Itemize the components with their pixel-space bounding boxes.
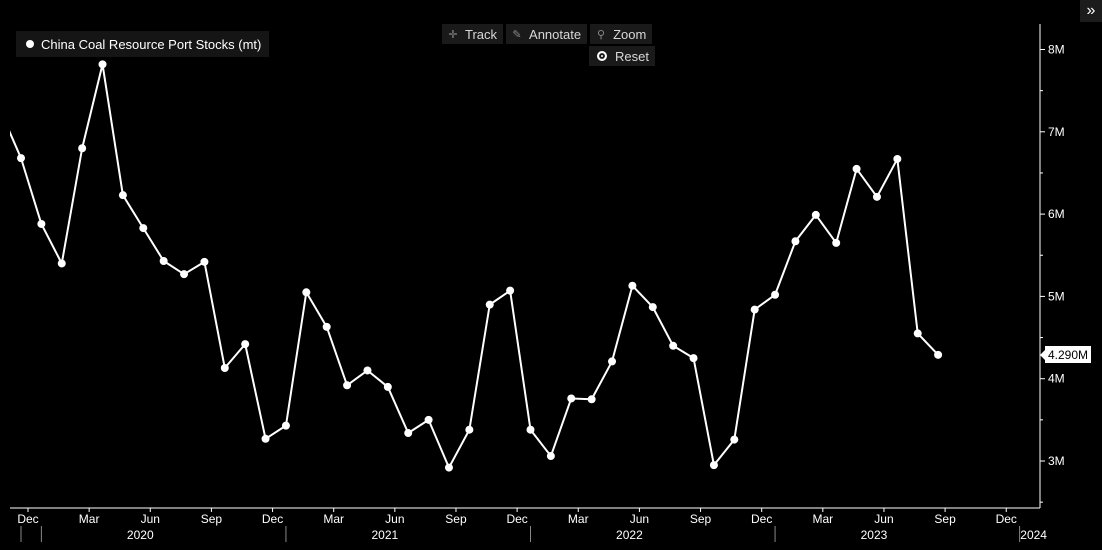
data-point (669, 341, 678, 350)
last-value-label: 4.290M (1048, 347, 1089, 362)
data-point (771, 290, 780, 299)
data-point (363, 366, 372, 375)
x-tick-label: Dec (17, 512, 38, 526)
x-tick-label: Jun (141, 512, 160, 526)
x-tick-label: Sep (201, 512, 223, 526)
data-point (648, 303, 657, 312)
data-point (159, 257, 168, 266)
y-tick-label: 7M (1048, 125, 1065, 139)
data-point (281, 421, 290, 430)
data-point (118, 191, 127, 200)
y-tick-label: 4M (1048, 372, 1065, 386)
data-point (506, 286, 515, 295)
data-point (934, 350, 943, 359)
pencil-icon: ✎ (512, 28, 522, 41)
series-line (10, 63, 939, 469)
data-point (526, 425, 535, 434)
last-value-badge: 4.290M (1045, 346, 1092, 363)
zoom-label: Zoom (613, 26, 647, 42)
data-point (811, 210, 820, 219)
data-point (180, 270, 189, 279)
data-point (57, 259, 66, 268)
annotate-label: Annotate (529, 26, 582, 42)
data-point (78, 144, 87, 153)
y-tick-label: 8M (1048, 43, 1065, 57)
x-tick-label: Jun (630, 512, 649, 526)
x-year-label: 2022 (616, 528, 643, 542)
legend-label: China Coal Resource Port Stocks (mt) (41, 36, 262, 52)
x-year-label: 2020 (127, 528, 154, 542)
crosshair-icon: ✛ (448, 28, 458, 41)
data-point (404, 429, 413, 438)
data-point (852, 164, 861, 173)
data-point (872, 192, 881, 201)
data-point (730, 435, 739, 444)
x-tick-label: Sep (934, 512, 956, 526)
data-point (913, 329, 922, 338)
data-point (750, 305, 759, 314)
data-point (628, 281, 637, 290)
data-point (139, 224, 148, 233)
data-point (37, 219, 46, 228)
line-chart: 3M 4M 5M 6M 7M 8M Dec Mar Jun Sep Dec Mar Jun Sep Dec M… (10, 24, 1065, 542)
data-point (322, 322, 331, 331)
track-label: Track (465, 26, 498, 42)
data-point (465, 425, 474, 434)
data-point (444, 463, 453, 472)
legend-marker (26, 40, 34, 48)
data-point (689, 354, 698, 363)
data-point (302, 288, 311, 297)
x-tick-label: Dec (506, 512, 527, 526)
data-point (567, 394, 576, 403)
x-tick-label: Dec (262, 512, 283, 526)
x-tick-label: Mar (812, 512, 833, 526)
y-tick-label: 6M (1048, 207, 1065, 221)
track-button[interactable]: ✛ Track (442, 24, 504, 44)
x-tick-label: Sep (690, 512, 712, 526)
reset-button[interactable]: Reset (589, 46, 655, 66)
data-point (424, 415, 433, 424)
radio-icon (597, 51, 607, 61)
data-point (241, 340, 250, 349)
data-point (485, 300, 494, 309)
x-tick-label: Mar (79, 512, 100, 526)
data-point (893, 154, 902, 163)
chart-toolbar: ✛ Track ✎ Annotate ⚲ Zoom (442, 24, 653, 44)
expand-button[interactable]: » (1080, 0, 1102, 22)
x-year-label: 2023 (861, 528, 888, 542)
x-tick-label: Mar (568, 512, 589, 526)
x-tick-label: Jun (385, 512, 404, 526)
x-tick-label: Dec (751, 512, 772, 526)
legend[interactable]: China Coal Resource Port Stocks (mt) (16, 31, 270, 57)
data-point (17, 154, 25, 163)
x-tick-label: Mar (323, 512, 344, 526)
annotate-button[interactable]: ✎ Annotate (506, 24, 588, 44)
magnifier-icon: ⚲ (597, 28, 606, 41)
data-point (220, 364, 229, 373)
x-year-label: 2021 (371, 528, 398, 542)
x-year-label: 2024 (1020, 528, 1047, 542)
x-tick-label: Dec (996, 512, 1017, 526)
data-point (832, 238, 841, 247)
data-point (383, 382, 392, 391)
y-tick-label: 3M (1048, 454, 1065, 468)
x-tick-label: Sep (445, 512, 467, 526)
y-tick-label: 5M (1048, 289, 1065, 303)
data-point (200, 257, 209, 266)
data-point (98, 60, 107, 69)
reset-label: Reset (615, 48, 649, 64)
data-point (261, 434, 270, 443)
data-point (587, 395, 596, 404)
zoom-button[interactable]: ⚲ Zoom (590, 24, 653, 44)
data-point (343, 381, 352, 390)
data-point (546, 452, 555, 461)
x-tick-label: Jun (874, 512, 893, 526)
data-point (608, 357, 617, 366)
data-point (791, 237, 800, 246)
double-chevron-right-icon: » (1086, 2, 1096, 19)
data-point (709, 461, 718, 470)
